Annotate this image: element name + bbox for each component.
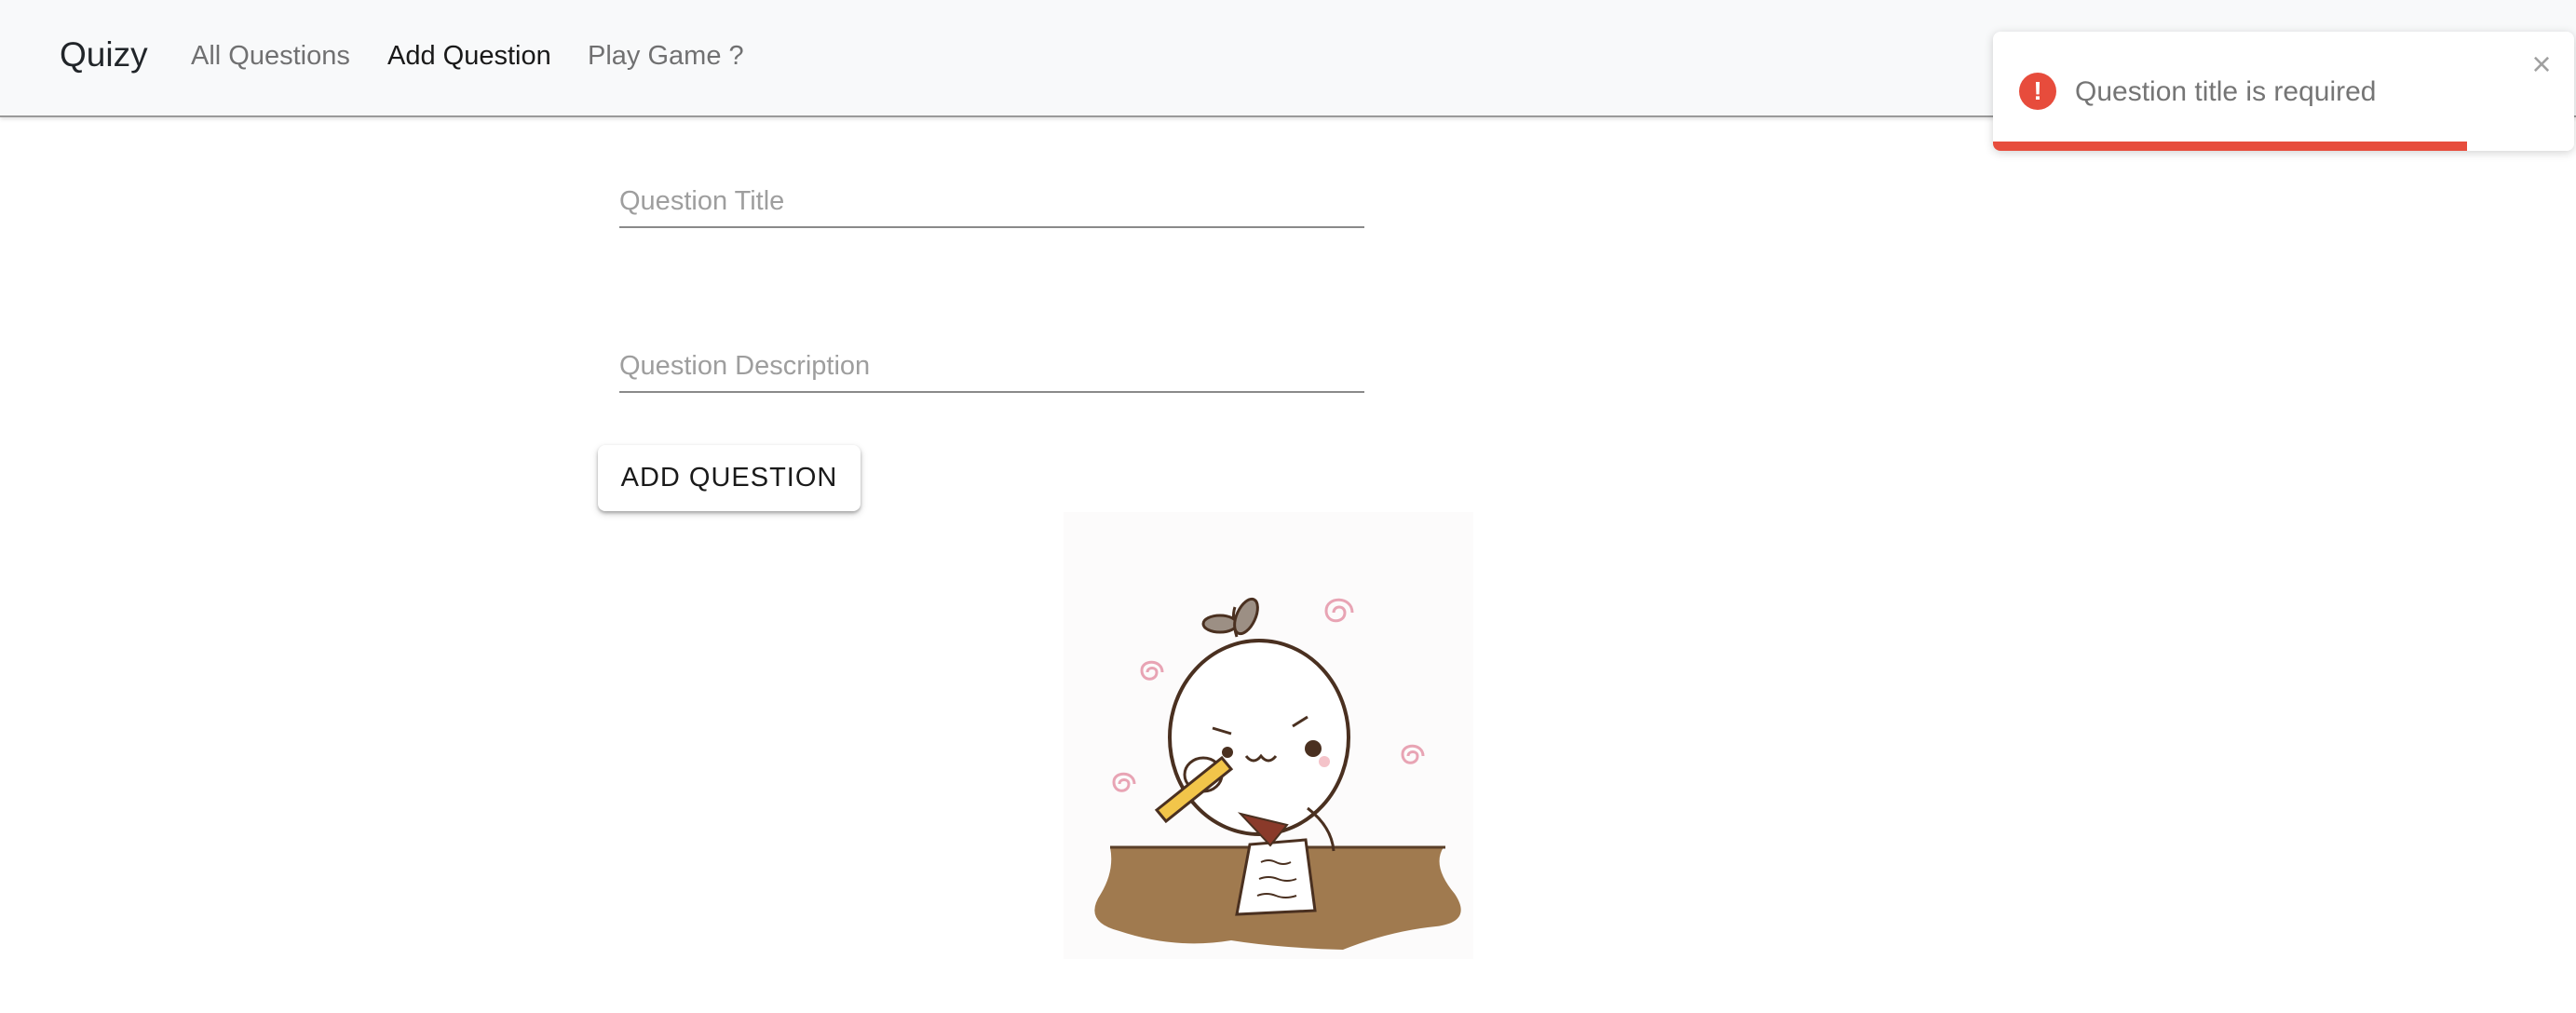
toast-progress-bar xyxy=(1993,142,2467,151)
close-icon[interactable]: × xyxy=(2526,47,2557,81)
question-title-field xyxy=(619,152,1364,228)
question-title-input[interactable] xyxy=(619,186,1364,217)
add-question-button[interactable]: ADD QUESTION xyxy=(598,445,861,511)
question-description-input[interactable] xyxy=(619,351,1364,382)
question-description-field xyxy=(619,317,1364,393)
toast-message: Question title is required xyxy=(2075,76,2377,107)
error-icon: ! xyxy=(2019,73,2056,110)
nav-link-all-questions[interactable]: All Questions xyxy=(191,37,350,74)
nav-link-play-game[interactable]: Play Game ? xyxy=(588,37,744,74)
error-toast: ! Question title is required × xyxy=(1993,32,2574,151)
brand-logo[interactable]: Quizy xyxy=(60,32,148,78)
nav-link-add-question[interactable]: Add Question xyxy=(387,37,551,74)
writing-character-illustration xyxy=(1064,512,1473,959)
